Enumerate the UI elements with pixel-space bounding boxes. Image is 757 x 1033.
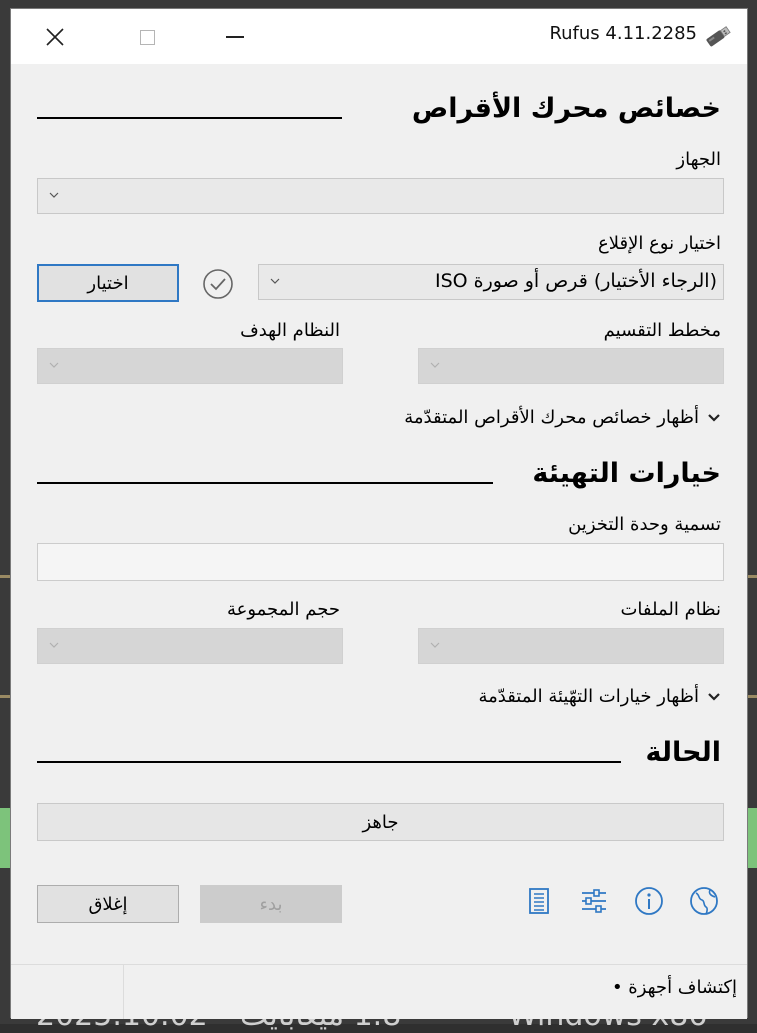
footer-status-bar: إكتشاف أجهزة • [11,964,747,1019]
footer-separator [123,965,124,1019]
device-label: الجهاز [676,149,721,170]
section-title-drive-properties: خصائص محرك الأقراص [411,93,721,124]
usb-drive-icon [706,26,731,47]
show-advanced-drive-properties-toggle[interactable]: أظهار خصائص محرك الأقراص المتقدّمة [404,407,721,428]
close-button[interactable]: إغلاق [37,885,179,923]
footer-status-text: إكتشاف أجهزة • [611,977,737,998]
boot-selection-value: (الرجاء الأختيار) قرص أو صورة ISO [434,270,717,292]
close-icon [46,28,64,46]
boot-selection-dropdown[interactable]: (الرجاء الأختيار) قرص أو صورة ISO [258,264,724,300]
boot-selection-label: اختيار نوع الإقلاع [597,233,721,254]
chevron-down-icon [49,362,59,368]
chevron-down-icon [270,278,280,284]
section-divider [37,482,493,484]
maximize-icon [139,29,155,45]
device-dropdown[interactable] [37,178,724,214]
rufus-window: Rufus 4.11.2285 خصائص محرك الأقراص الجها… [10,8,748,1019]
chevron-down-icon [49,642,59,648]
chevron-down-icon [708,692,720,701]
section-divider [37,761,621,763]
advanced-format-options-label: أظهار خيارات التهّيئة المتقدّمة [478,686,699,707]
chevron-down-icon [49,192,59,198]
cluster-size-label: حجم المجموعة [226,599,340,620]
title-bar[interactable]: Rufus 4.11.2285 [11,9,747,64]
advanced-drive-properties-label: أظهار خصائص محرك الأقراص المتقدّمة [404,407,699,428]
window-title: Rufus 4.11.2285 [549,23,697,44]
section-title-status: الحالة [645,737,721,768]
status-progress-bar: جاهز [37,803,724,841]
select-image-button[interactable]: اختيار [37,264,179,302]
file-system-dropdown[interactable] [418,628,724,664]
volume-label-label: تسمية وحدة التخزين [568,514,721,535]
show-advanced-format-options-toggle[interactable]: أظهار خيارات التهّيئة المتقدّمة [478,686,721,707]
minimize-icon [226,36,244,38]
target-system-label: النظام الهدف [240,320,340,341]
section-title-format-options: خيارات التهيئة [532,458,721,489]
target-system-dropdown[interactable] [37,348,343,384]
cluster-size-dropdown[interactable] [37,628,343,664]
chevron-down-icon [708,413,720,422]
close-window-button[interactable] [35,19,75,55]
log-icon[interactable] [523,885,555,917]
info-icon[interactable] [633,885,665,917]
settings-sliders-icon[interactable] [578,885,610,917]
partition-scheme-label: مخطط التقسيم [603,320,721,341]
start-button[interactable]: بدء [200,885,342,923]
globe-icon[interactable] [688,885,720,917]
file-system-label: نظام الملفات [620,599,721,620]
minimize-button[interactable] [215,19,255,55]
chevron-down-icon [430,362,440,368]
partition-scheme-dropdown[interactable] [418,348,724,384]
section-divider [37,117,342,119]
checksum-check-icon[interactable] [202,268,234,300]
volume-label-input[interactable] [37,543,724,581]
chevron-down-icon [430,642,440,648]
maximize-button[interactable] [127,19,167,55]
